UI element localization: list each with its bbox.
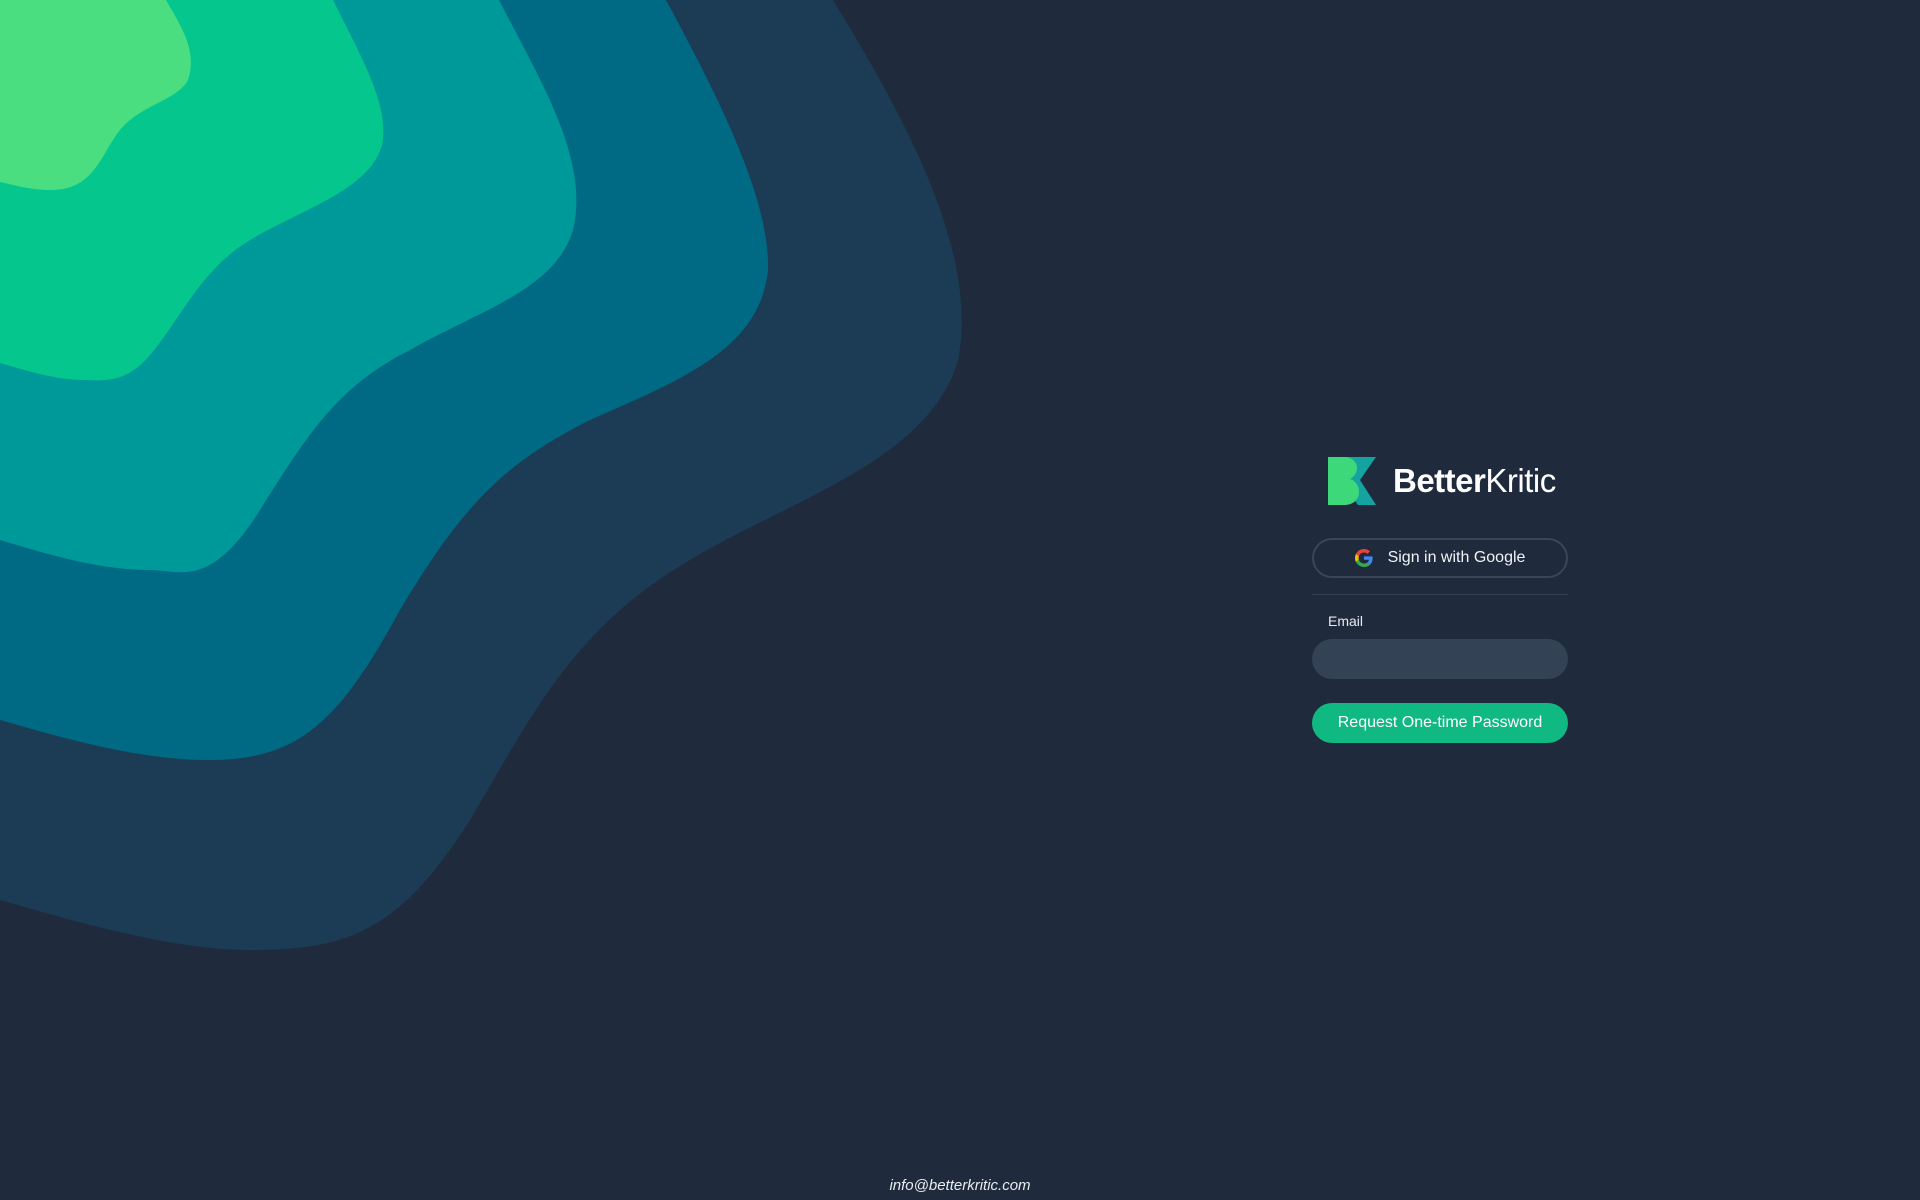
google-signin-label: Sign in with Google bbox=[1387, 549, 1526, 566]
divider bbox=[1312, 594, 1568, 595]
login-panel: BetterKritic Sign in with Google Email R… bbox=[1312, 456, 1568, 743]
email-field[interactable] bbox=[1312, 639, 1568, 679]
google-icon bbox=[1354, 549, 1373, 567]
decorative-wave-background bbox=[0, 0, 962, 950]
request-otp-button[interactable]: Request One-time Password bbox=[1312, 703, 1568, 743]
email-label: Email bbox=[1328, 613, 1364, 629]
brand-name: BetterKritic bbox=[1393, 462, 1556, 500]
footer-contact-email-link[interactable]: info@betterkritic.com bbox=[0, 1177, 1920, 1194]
brand-header: BetterKritic bbox=[1328, 456, 1568, 506]
brand-name-bold: Better bbox=[1393, 462, 1486, 499]
brand-name-light: Kritic bbox=[1485, 462, 1556, 499]
google-signin-button[interactable]: Sign in with Google bbox=[1312, 538, 1568, 578]
login-page: BetterKritic Sign in with Google Email R… bbox=[0, 0, 1920, 1200]
betterkritic-logo-icon bbox=[1328, 457, 1376, 505]
